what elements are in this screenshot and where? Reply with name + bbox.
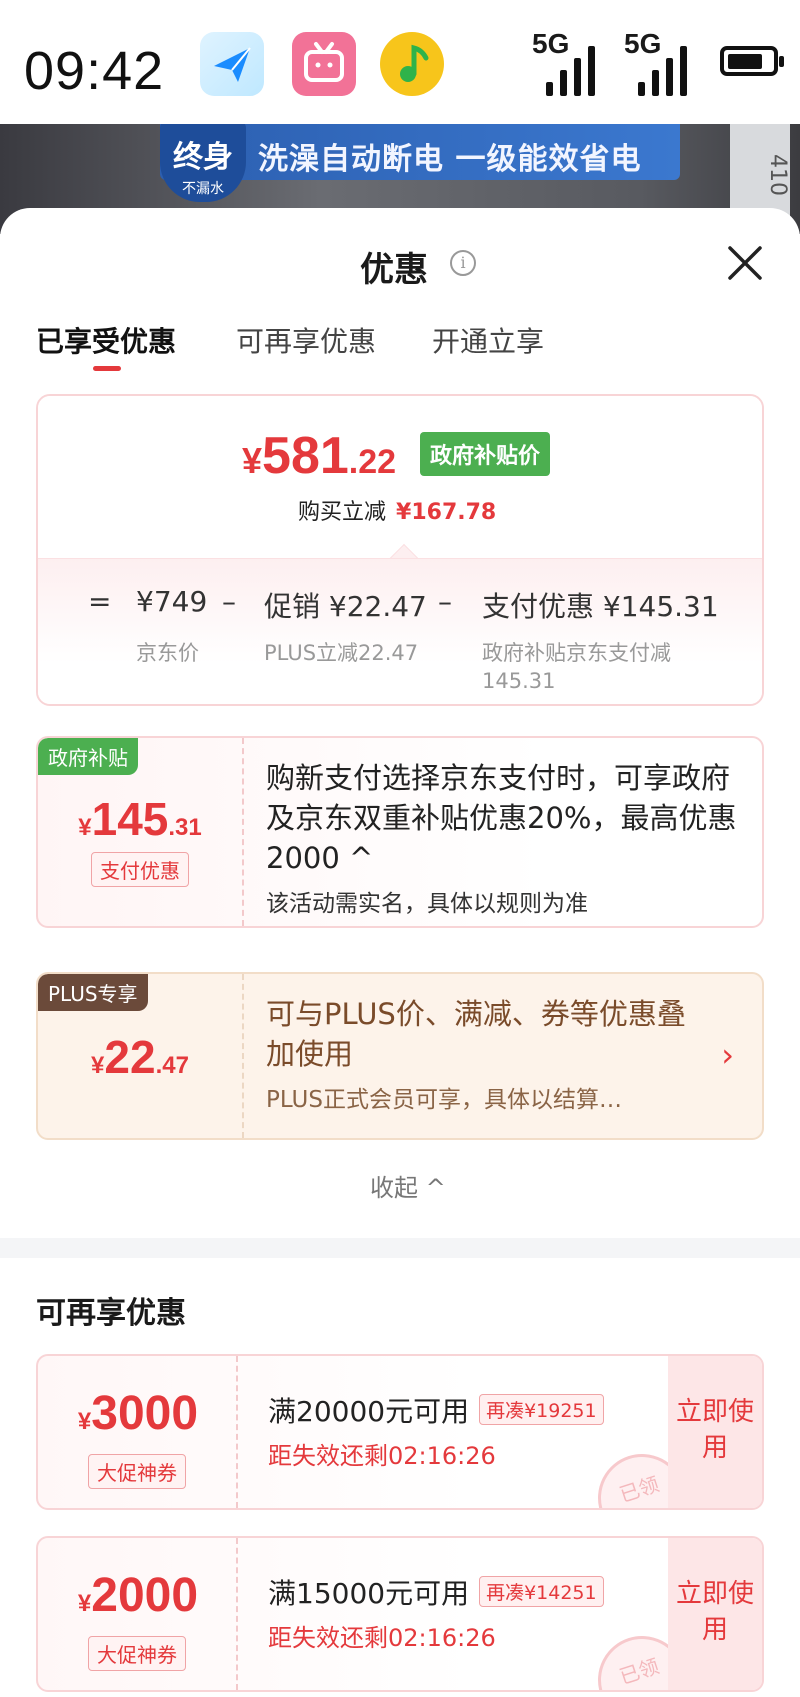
equals-sign: = bbox=[88, 585, 112, 618]
signal-5g-1: 5G bbox=[532, 28, 602, 96]
pay-discount-value: 支付优惠 ¥145.31 bbox=[482, 590, 719, 623]
coupon-value: 3000 bbox=[91, 1387, 199, 1440]
price-breakdown: = ¥749 京东价 – 促销 ¥22.47 PLUS立减22.47 – 支付优… bbox=[38, 558, 762, 704]
collapse-button[interactable]: 收起 ^ bbox=[370, 1168, 446, 1203]
banner-text: 洗澡自动断电 一级能效省电 bbox=[258, 142, 642, 177]
tab-more-discounts[interactable]: 可再享优惠 bbox=[236, 320, 376, 360]
clock: 09:42 bbox=[24, 41, 165, 101]
amount-integer: 145 bbox=[91, 793, 169, 845]
chevron-right-icon[interactable]: › bbox=[721, 1036, 734, 1074]
signal-5g-2: 5G bbox=[624, 28, 694, 96]
use-now-button[interactable]: 立即使用 bbox=[668, 1538, 762, 1690]
shield-title: 终身 bbox=[173, 140, 233, 175]
battery-level bbox=[728, 54, 762, 69]
minus-sign: – bbox=[438, 585, 452, 618]
banner-shield: 终身 不漏水 bbox=[160, 124, 246, 202]
section-title: 可再享优惠 bbox=[36, 1296, 186, 1331]
tab-activate[interactable]: 开通立享 bbox=[432, 320, 544, 360]
coupon-condition: 满20000元可用 bbox=[268, 1395, 470, 1428]
currency-symbol: ¥ bbox=[78, 814, 92, 841]
coupon-left: ¥2000 大促神券 bbox=[38, 1538, 238, 1690]
coupon-condition-row: 满15000元可用 再凑¥14251 bbox=[268, 1572, 604, 1612]
gov-subsidy-card[interactable]: 政府补贴 ¥145.31 支付优惠 购新支付选择京东支付时，可享政府及京东双重补… bbox=[36, 736, 764, 928]
gov-card-left: 政府补贴 ¥145.31 支付优惠 bbox=[38, 738, 242, 926]
section-divider bbox=[0, 1238, 800, 1258]
reduce-label: 购买立减 bbox=[298, 500, 387, 525]
coupon-condition-row: 满20000元可用 再凑¥19251 bbox=[268, 1390, 604, 1430]
gov-subsidy-tag: 政府补贴 bbox=[38, 738, 138, 775]
plus-card-note: PLUS正式会员可享，具体以结算… bbox=[266, 1087, 622, 1113]
coupon-condition: 满15000元可用 bbox=[268, 1577, 470, 1610]
use-now-button[interactable]: 立即使用 bbox=[668, 1356, 762, 1508]
amount-integer: 22 bbox=[104, 1031, 156, 1083]
plus-card-description: 可与PLUS价、满减、券等优惠叠加使用 bbox=[266, 997, 686, 1071]
currency-symbol: ¥ bbox=[91, 1052, 105, 1079]
price-summary: ¥581.22 政府补贴价 购买立减 ¥167.78 = ¥749 京东价 – 促… bbox=[36, 394, 764, 706]
gov-card-right: 购新支付选择京东支付时，可享政府及京东双重补贴优惠20%，最高优惠2000 ^ … bbox=[242, 738, 762, 926]
plus-card[interactable]: PLUS专享 ¥22.47 可与PLUS价、满减、券等优惠叠加使用 PLUS正式… bbox=[36, 972, 764, 1140]
promo-value: 促销 ¥22.47 bbox=[264, 590, 427, 623]
music-app-icon bbox=[380, 32, 444, 96]
coupon-amount: ¥3000 bbox=[38, 1386, 238, 1441]
sheet-title: 优惠 bbox=[360, 250, 428, 290]
close-icon[interactable] bbox=[724, 242, 766, 284]
gov-subsidy-badge: 政府补贴价 bbox=[420, 432, 551, 476]
pay-discount-chip: 支付优惠 bbox=[91, 852, 189, 887]
plus-amount: ¥22.47 bbox=[38, 1030, 242, 1084]
amount-decimal: .31 bbox=[168, 814, 202, 841]
currency-symbol: ¥ bbox=[77, 1408, 92, 1435]
sheet-header: 优惠 i bbox=[0, 208, 800, 308]
coupon-amount: ¥2000 bbox=[38, 1568, 238, 1623]
coupon-card[interactable]: ¥3000 大促神券 满20000元可用 再凑¥19251 距失效还剩02:16:… bbox=[36, 1354, 764, 1510]
plus-tag: PLUS专享 bbox=[38, 974, 148, 1011]
shield-sub: 不漏水 bbox=[182, 181, 224, 197]
coupon-gap: 再凑¥19251 bbox=[479, 1394, 604, 1425]
pay-discount-label: 政府补贴京东支付减145.31 bbox=[482, 641, 671, 693]
coupon-card[interactable]: ¥2000 大促神券 满15000元可用 再凑¥14251 距失效还剩02:16:… bbox=[36, 1536, 764, 1692]
coupon-type-chip: 大促神券 bbox=[88, 1454, 186, 1489]
signal-label: 5G bbox=[532, 28, 570, 59]
plus-card-right: 可与PLUS价、满减、券等优惠叠加使用 PLUS正式会员可享，具体以结算… bbox=[242, 974, 762, 1138]
discount-sheet: 优惠 i 已享受优惠 可再享优惠 开通立享 ¥581.22 政府补贴价 购买立减… bbox=[0, 208, 800, 1697]
jd-price-value: ¥749 bbox=[136, 585, 208, 618]
navigation-app-icon bbox=[200, 32, 264, 96]
video-app-icon bbox=[292, 32, 356, 96]
coupon-value: 2000 bbox=[91, 1569, 199, 1622]
coupon-type-chip: 大促神券 bbox=[88, 1636, 186, 1671]
tab-bar: 已享受优惠 可再享优惠 开通立享 bbox=[0, 308, 800, 378]
minus-sign: – bbox=[222, 585, 236, 618]
price-integer: 581 bbox=[262, 427, 349, 485]
reduce-value: ¥167.78 bbox=[396, 500, 497, 525]
coupon-expiry: 距失效还剩02:16:26 bbox=[268, 1624, 496, 1652]
signal-label: 5G bbox=[624, 28, 662, 59]
promo-label: PLUS立减22.47 bbox=[264, 641, 419, 665]
gov-subsidy-amount: ¥145.31 bbox=[38, 792, 242, 846]
currency-symbol: ¥ bbox=[242, 440, 263, 481]
coupon-gap: 再凑¥14251 bbox=[479, 1576, 604, 1607]
info-icon[interactable]: i bbox=[450, 250, 476, 276]
status-bar: 09:42 5G 5G bbox=[0, 0, 800, 124]
tab-underline bbox=[93, 366, 121, 371]
reduce-line: 购买立减 ¥167.78 bbox=[298, 494, 496, 526]
tab-enjoyed[interactable]: 已享受优惠 bbox=[36, 320, 176, 360]
amount-decimal: .47 bbox=[155, 1052, 189, 1079]
currency-symbol: ¥ bbox=[77, 1590, 92, 1617]
gov-card-note: 该活动需实名，具体以规则为准 bbox=[266, 891, 588, 917]
coupon-expiry: 距失效还剩02:16:26 bbox=[268, 1442, 496, 1470]
plus-card-left: PLUS专享 ¥22.47 bbox=[38, 974, 242, 1138]
price-decimal: .22 bbox=[348, 443, 397, 481]
summary-top: ¥581.22 政府补贴价 购买立减 ¥167.78 bbox=[38, 396, 762, 558]
coupon-left: ¥3000 大促神券 bbox=[38, 1356, 238, 1508]
gov-card-description: 购新支付选择京东支付时，可享政府及京东双重补贴优惠20%，最高优惠2000 ^ bbox=[266, 761, 737, 875]
jd-price-label: 京东价 bbox=[136, 641, 199, 665]
final-price: ¥581.22 bbox=[242, 426, 396, 486]
battery-icon bbox=[720, 46, 784, 76]
